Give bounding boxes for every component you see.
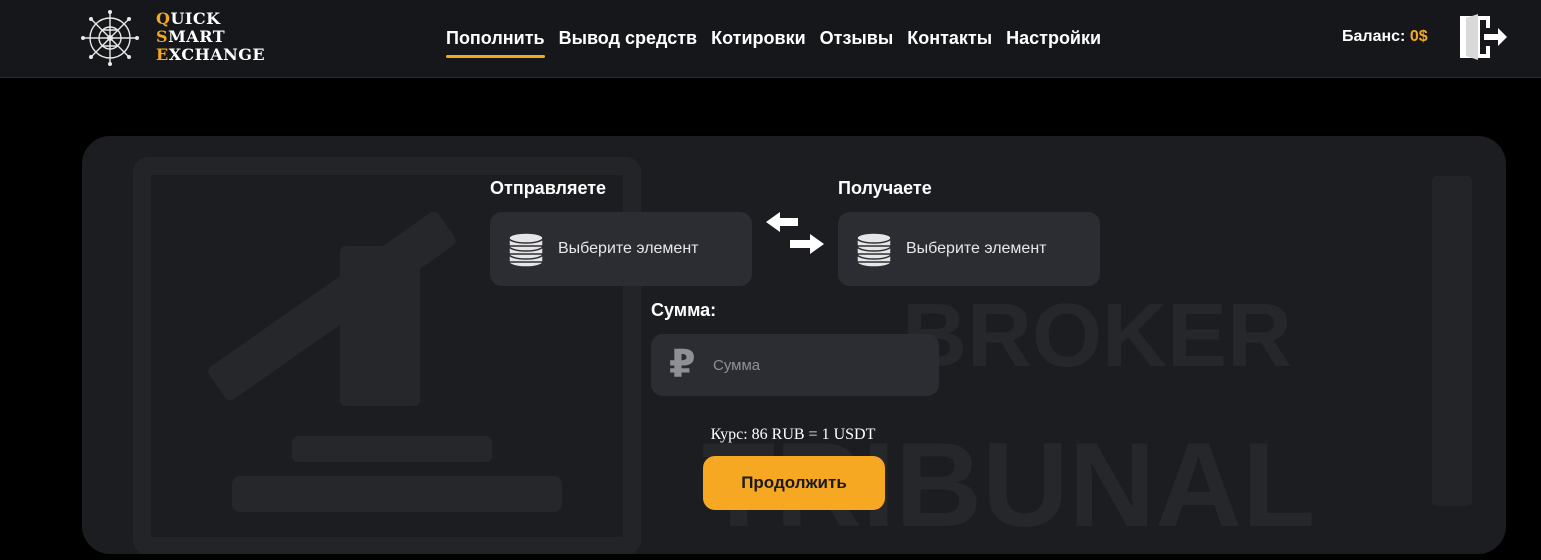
nav-item-reviews[interactable]: Отзывы <box>820 24 894 52</box>
ruble-icon: ₽ <box>669 344 696 386</box>
logout-door-icon <box>1460 14 1507 60</box>
nav-item-withdraw[interactable]: Вывод средств <box>559 24 697 52</box>
nav-item-settings[interactable]: Настройки <box>1006 24 1101 52</box>
receive-select-text: Выберите элемент <box>906 240 1047 257</box>
amount-label: Сумма: <box>651 300 717 320</box>
nav-item-quotes[interactable]: Котировки <box>711 24 806 52</box>
svg-text:BROKER: BROKER <box>902 286 1292 386</box>
amount-field[interactable]: ₽ <box>651 334 939 396</box>
nav-item-contacts[interactable]: Контакты <box>907 24 992 52</box>
top-header: QUICK SMART EXCHANGE Пополнить Вывод сре… <box>0 0 1541 78</box>
send-select-text: Выберите элемент <box>558 240 699 257</box>
logo[interactable]: QUICK SMART EXCHANGE <box>80 8 280 68</box>
balance-label: Баланс: <box>1342 28 1406 45</box>
send-label: Отправляете <box>490 178 607 198</box>
nav-item-deposit[interactable]: Пополнить <box>446 24 545 58</box>
circuit-globe-icon <box>81 10 139 66</box>
balance: Баланс: 0$ <box>1342 28 1428 46</box>
logo-text: QUICK SMART EXCHANGE <box>156 9 266 64</box>
receive-label: Получаете <box>838 178 932 198</box>
exchange-rate: Курс: 86 RUB = 1 USDT <box>710 426 876 443</box>
exchange-card: BROKER TRIBUNAL Отправляете Получаете Вы… <box>82 136 1506 554</box>
coin-stack-icon <box>508 232 544 268</box>
receive-currency-select[interactable]: Выберите элемент <box>838 212 1100 286</box>
swap-arrows-icon <box>766 212 824 254</box>
amount-input[interactable] <box>713 356 913 374</box>
balance-value: 0$ <box>1409 28 1428 45</box>
logout-button[interactable] <box>1458 12 1508 62</box>
send-currency-select[interactable]: Выберите элемент <box>490 212 752 286</box>
swap-button[interactable] <box>762 210 828 256</box>
continue-button[interactable]: Продолжить <box>703 456 885 510</box>
main-nav: Пополнить Вывод средств Котировки Отзывы… <box>446 24 1101 58</box>
coin-stack-icon <box>856 232 892 268</box>
